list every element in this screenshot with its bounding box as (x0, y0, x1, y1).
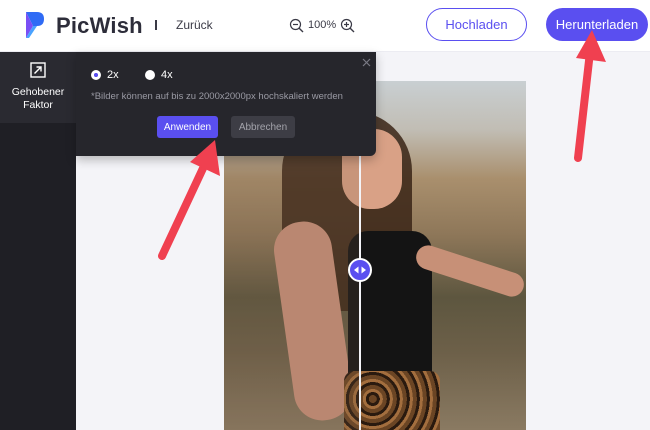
left-right-arrows-icon (354, 266, 366, 274)
divider (155, 20, 157, 30)
upscale-icon (30, 62, 46, 78)
top-bar: PicWish Zurück 100% Hochladen Herunterla… (0, 0, 650, 52)
compare-slider-handle[interactable] (348, 258, 372, 282)
option-2x[interactable]: 2x (91, 68, 119, 82)
sidebar-item-label: Gehobener Faktor (11, 86, 65, 111)
picwish-logo-icon (26, 12, 44, 38)
upscale-note: *Bilder können auf bis zu 2000x2000px ho… (91, 91, 343, 102)
compare-divider[interactable] (359, 155, 361, 430)
upscale-popup: 2x 4x *Bilder können auf bis zu 2000x200… (76, 52, 376, 156)
back-link[interactable]: Zurück (176, 18, 213, 32)
radio-4x[interactable] (145, 70, 155, 80)
sidebar-item-upscale-factor[interactable]: Gehobener Faktor (0, 52, 76, 123)
zoom-level: 100% (308, 19, 337, 31)
apply-button[interactable]: Anwenden (157, 116, 218, 138)
download-button[interactable]: Herunterladen (546, 8, 648, 41)
zoom-out-icon[interactable] (289, 18, 304, 33)
cancel-button[interactable]: Abbrechen (231, 116, 295, 138)
upload-button[interactable]: Hochladen (426, 8, 527, 41)
radio-2x[interactable] (91, 70, 101, 80)
zoom-control: 100% (289, 16, 355, 34)
option-label: 4x (161, 69, 173, 81)
option-4x[interactable]: 4x (145, 68, 173, 82)
zoom-in-icon[interactable] (340, 18, 355, 33)
option-label: 2x (107, 69, 119, 81)
close-icon[interactable] (362, 58, 371, 67)
brand-name: PicWish (56, 13, 143, 38)
